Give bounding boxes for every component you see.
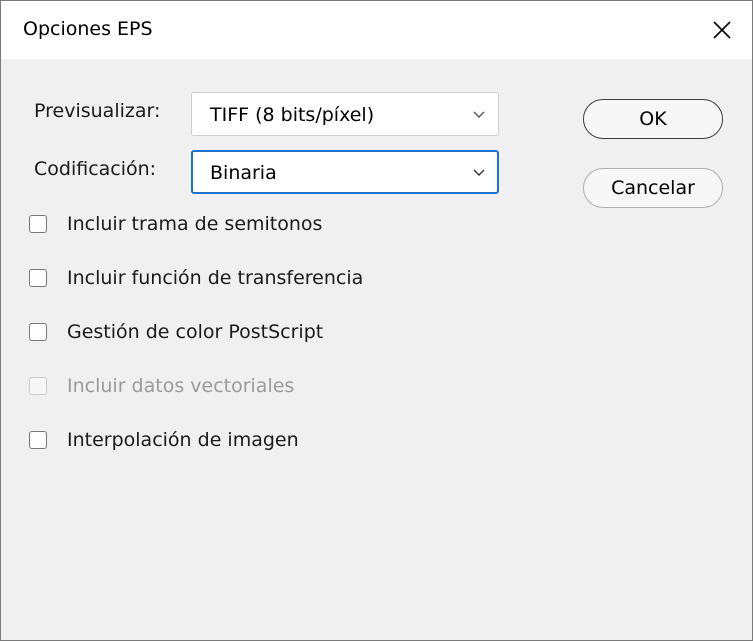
checkbox-label: Incluir datos vectoriales <box>67 375 295 397</box>
checkbox-box[interactable] <box>29 269 47 287</box>
encoding-select[interactable]: Binaria <box>191 150 499 194</box>
preview-label: Previsualizar: <box>34 100 161 122</box>
checkbox-box[interactable] <box>29 215 47 233</box>
preview-value: TIFF (8 bits/píxel) <box>210 104 375 126</box>
cancel-button[interactable]: Cancelar <box>583 168 723 208</box>
eps-options-dialog: Opciones EPS Previsualizar: TIFF (8 bits… <box>0 0 753 641</box>
image-interpolation-checkbox[interactable]: Interpolación de imagen <box>29 429 299 451</box>
close-icon <box>713 21 731 39</box>
dialog-title: Opciones EPS <box>23 18 153 40</box>
checkbox-label: Incluir trama de semitonos <box>67 213 323 235</box>
halftone-screen-checkbox[interactable]: Incluir trama de semitonos <box>29 213 322 235</box>
postscript-color-checkbox[interactable]: Gestión de color PostScript <box>29 321 323 343</box>
chevron-down-icon <box>473 111 485 118</box>
chevron-down-icon <box>473 169 485 176</box>
checkbox-box[interactable] <box>29 431 47 449</box>
vector-data-checkbox: Incluir datos vectoriales <box>29 375 294 397</box>
preview-select[interactable]: TIFF (8 bits/píxel) <box>191 92 499 136</box>
checkbox-box <box>29 377 47 395</box>
title-bar: Opciones EPS <box>1 1 752 59</box>
checkbox-label: Interpolación de imagen <box>67 429 299 451</box>
transfer-function-checkbox[interactable]: Incluir función de transferencia <box>29 267 363 289</box>
encoding-value: Binaria <box>210 162 277 184</box>
checkbox-label: Incluir función de transferencia <box>67 267 364 289</box>
checkbox-label: Gestión de color PostScript <box>67 321 324 343</box>
ok-button[interactable]: OK <box>583 99 723 139</box>
encoding-label: Codificación: <box>34 158 157 180</box>
checkbox-box[interactable] <box>29 323 47 341</box>
close-button[interactable] <box>692 1 752 59</box>
